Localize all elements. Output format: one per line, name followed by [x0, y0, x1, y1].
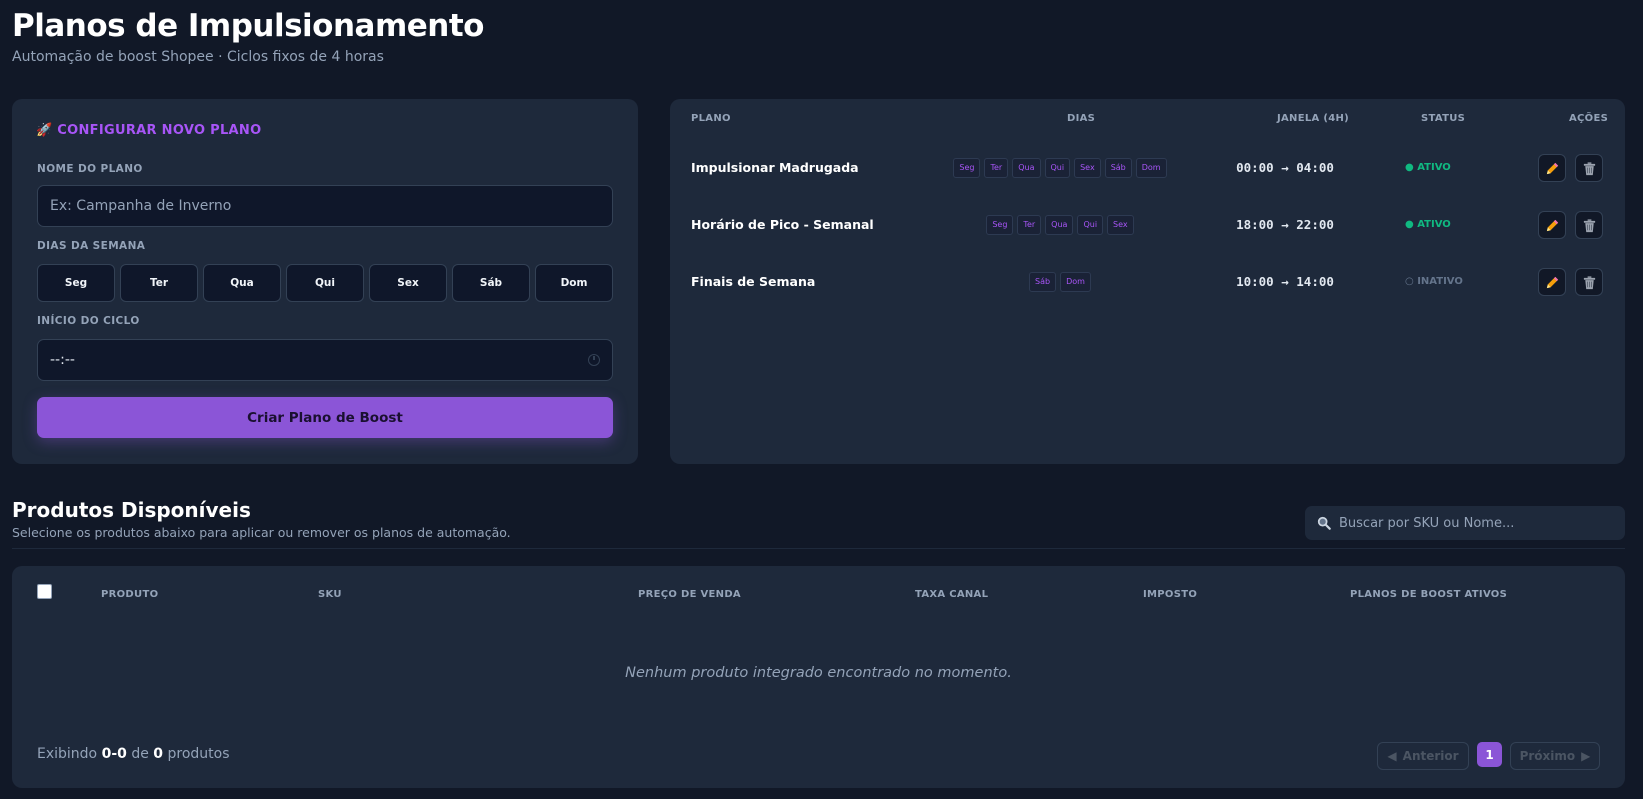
day-toggle-qui[interactable]: Qui	[286, 264, 364, 302]
edit-plan-button[interactable]	[1538, 268, 1566, 296]
plan-window: 18:00 → 22:00	[1236, 217, 1334, 232]
plan-name: Finais de Semana	[691, 274, 816, 289]
day-chip: Sáb	[1104, 158, 1132, 178]
pencil-icon	[1546, 276, 1558, 288]
plan-name-label: NOME DO PLANO	[37, 163, 143, 175]
day-chip: Dom	[1135, 158, 1167, 178]
products-title: Produtos Disponíveis	[12, 498, 251, 522]
day-chip: Qua	[1012, 158, 1041, 178]
next-page-label: Próximo	[1519, 749, 1576, 763]
section-divider	[12, 548, 1625, 549]
day-chip: Qua	[1045, 215, 1074, 235]
day-toggle-seg[interactable]: Seg	[37, 264, 115, 302]
products-table-card: PRODUTO SKU PREÇO DE VENDA TAXA CANAL IM…	[12, 566, 1625, 788]
create-plan-button[interactable]: Criar Plano de Boost	[37, 397, 613, 438]
plan-row: Horário de Pico - Semanal Seg Ter Qua Qu…	[670, 205, 1625, 245]
prev-page-button[interactable]: ◀ Anterior	[1377, 742, 1469, 770]
trash-icon	[1583, 218, 1595, 232]
trash-icon	[1583, 275, 1595, 289]
cycle-start-value: --:--	[50, 352, 75, 368]
plan-window: 10:00 → 14:00	[1236, 274, 1334, 289]
select-all-checkbox[interactable]	[37, 584, 52, 599]
plan-row: Finais de Semana Sáb Dom 10:00 → 14:00 ○…	[670, 262, 1625, 302]
col-header-price: PREÇO DE VENDA	[638, 589, 741, 600]
empty-state-message: Nenhum produto integrado encontrado no m…	[625, 665, 1012, 681]
plan-day-chips: Sáb Dom	[970, 272, 1150, 292]
showing-of: de	[131, 746, 149, 762]
col-header-window: JANELA (4H)	[1277, 113, 1350, 124]
days-selector: Seg Ter Qua Qui Sex Sáb Dom	[37, 264, 613, 302]
col-header-status: STATUS	[1421, 113, 1466, 124]
day-toggle-dom[interactable]: Dom	[535, 264, 613, 302]
chevron-left-icon: ◀	[1387, 749, 1397, 763]
cycle-start-input[interactable]: --:--	[37, 339, 613, 381]
showing-total: 0	[153, 746, 164, 762]
cycle-start-label: INÍCIO DO CICLO	[37, 315, 140, 327]
product-search	[1305, 506, 1625, 540]
delete-plan-button[interactable]	[1575, 211, 1603, 239]
col-header-tax: IMPOSTO	[1143, 589, 1198, 600]
plan-name: Horário de Pico - Semanal	[691, 217, 874, 232]
col-header-active-plans: PLANOS DE BOOST ATIVOS	[1350, 589, 1508, 600]
showing-range: 0-0	[101, 746, 127, 762]
prev-page-label: Anterior	[1402, 749, 1459, 763]
edit-plan-button[interactable]	[1538, 211, 1566, 239]
col-header-actions: AÇÕES	[1569, 113, 1609, 124]
edit-plan-button[interactable]	[1538, 154, 1566, 182]
day-toggle-sex[interactable]: Sex	[369, 264, 447, 302]
day-chip: Dom	[1060, 272, 1091, 292]
clock-icon[interactable]	[588, 354, 600, 366]
day-chip: Qui	[1044, 158, 1071, 178]
config-plan-card: 🚀 CONFIGURAR NOVO PLANO NOME DO PLANO DI…	[12, 99, 638, 464]
chevron-right-icon: ▶	[1581, 749, 1591, 763]
days-label: DIAS DA SEMANA	[37, 240, 146, 252]
day-chip: Sex	[1074, 158, 1101, 178]
pencil-icon	[1546, 162, 1558, 174]
next-page-button[interactable]: Próximo ▶	[1510, 742, 1600, 770]
page-number-button[interactable]: 1	[1477, 742, 1502, 767]
delete-plan-button[interactable]	[1575, 154, 1603, 182]
showing-suffix: produtos	[167, 746, 230, 762]
col-header-plan: PLANO	[691, 113, 731, 124]
day-chip: Seg	[953, 158, 981, 178]
plan-name-input[interactable]	[37, 185, 613, 227]
search-input[interactable]	[1339, 515, 1613, 531]
status-badge: ● ATIVO	[1405, 219, 1451, 230]
col-header-sku: SKU	[318, 589, 342, 600]
col-header-channel-fee: TAXA CANAL	[915, 589, 989, 600]
col-header-days: DIAS	[1067, 113, 1096, 124]
config-plan-title: 🚀 CONFIGURAR NOVO PLANO	[36, 123, 262, 138]
showing-prefix: Exibindo	[37, 746, 98, 762]
day-chip: Ter	[984, 158, 1009, 178]
day-chip: Seg	[986, 215, 1014, 235]
day-chip: Sex	[1107, 215, 1134, 235]
plan-day-chips: Seg Ter Qua Qui Sex Sáb Dom	[953, 158, 1167, 178]
products-subtitle: Selecione os produtos abaixo para aplica…	[12, 525, 511, 540]
status-badge: ● ATIVO	[1405, 162, 1451, 173]
page-title: Planos de Impulsionamento	[12, 8, 484, 44]
delete-plan-button[interactable]	[1575, 268, 1603, 296]
plans-table-card: PLANO DIAS JANELA (4H) STATUS AÇÕES Impu…	[670, 99, 1625, 464]
day-chip: Ter	[1017, 215, 1042, 235]
col-header-product: PRODUTO	[101, 589, 159, 600]
plan-day-chips: Seg Ter Qua Qui Sex	[970, 215, 1150, 235]
trash-icon	[1583, 161, 1595, 175]
day-chip: Sáb	[1029, 272, 1057, 292]
day-toggle-qua[interactable]: Qua	[203, 264, 281, 302]
page-subtitle: Automação de boost Shopee · Ciclos fixos…	[12, 49, 384, 65]
status-badge: ○ INATIVO	[1405, 276, 1463, 287]
results-count: Exibindo 0-0 de 0 produtos	[37, 746, 230, 762]
pencil-icon	[1546, 219, 1558, 231]
day-toggle-sab[interactable]: Sáb	[452, 264, 530, 302]
plan-name: Impulsionar Madrugada	[691, 160, 859, 175]
day-toggle-ter[interactable]: Ter	[120, 264, 198, 302]
plan-window: 00:00 → 04:00	[1236, 160, 1334, 175]
day-chip: Qui	[1077, 215, 1104, 235]
search-icon	[1317, 516, 1331, 530]
plan-row: Impulsionar Madrugada Seg Ter Qua Qui Se…	[670, 148, 1625, 188]
